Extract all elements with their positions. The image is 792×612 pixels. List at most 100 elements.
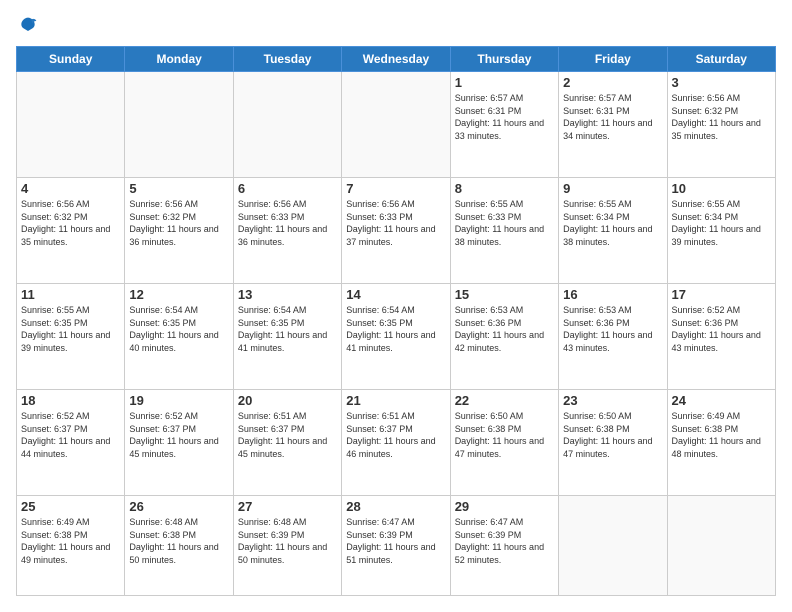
calendar-cell: 8 Sunrise: 6:55 AM Sunset: 6:33 PM Daylig…: [450, 178, 558, 284]
page: Sunday Monday Tuesday Wednesday Thursday…: [0, 0, 792, 612]
day-number: 16: [563, 287, 662, 302]
day-number: 14: [346, 287, 445, 302]
day-info: Sunrise: 6:55 AM Sunset: 6:33 PM Dayligh…: [455, 198, 554, 248]
calendar-cell: 11 Sunrise: 6:55 AM Sunset: 6:35 PM Dayli…: [17, 284, 125, 390]
calendar-cell: 4 Sunrise: 6:56 AM Sunset: 6:32 PM Daylig…: [17, 178, 125, 284]
calendar-cell: 16 Sunrise: 6:53 AM Sunset: 6:36 PM Dayli…: [559, 284, 667, 390]
day-number: 17: [672, 287, 771, 302]
day-number: 19: [129, 393, 228, 408]
col-monday: Monday: [125, 47, 233, 72]
calendar-cell: [342, 72, 450, 178]
calendar-cell: 19 Sunrise: 6:52 AM Sunset: 6:37 PM Dayli…: [125, 390, 233, 496]
day-number: 6: [238, 181, 337, 196]
day-info: Sunrise: 6:50 AM Sunset: 6:38 PM Dayligh…: [455, 410, 554, 460]
calendar-cell: 27Sunrise: 6:48 AM Sunset: 6:39 PM Dayli…: [233, 496, 341, 596]
day-number: 21: [346, 393, 445, 408]
calendar-cell: 21 Sunrise: 6:51 AM Sunset: 6:37 PM Dayli…: [342, 390, 450, 496]
day-info: Sunrise: 6:47 AM Sunset: 6:39 PM Dayligh…: [346, 516, 445, 566]
day-number: 15: [455, 287, 554, 302]
calendar-cell: 22 Sunrise: 6:50 AM Sunset: 6:38 PM Dayli…: [450, 390, 558, 496]
day-info: Sunrise: 6:49 AM Sunset: 6:38 PM Dayligh…: [21, 516, 120, 566]
calendar-cell: [17, 72, 125, 178]
day-info: Sunrise: 6:54 AM Sunset: 6:35 PM Dayligh…: [238, 304, 337, 354]
calendar-cell: 10 Sunrise: 6:55 AM Sunset: 6:34 PM Dayli…: [667, 178, 775, 284]
calendar-cell: 1Sunrise: 6:57 AM Sunset: 6:31 PM Daylig…: [450, 72, 558, 178]
day-number: 23: [563, 393, 662, 408]
col-wednesday: Wednesday: [342, 47, 450, 72]
day-info: Sunrise: 6:56 AM Sunset: 6:33 PM Dayligh…: [346, 198, 445, 248]
calendar-cell: 3 Sunrise: 6:56 AM Sunset: 6:32 PM Daylig…: [667, 72, 775, 178]
day-info: Sunrise: 6:56 AM Sunset: 6:32 PM Dayligh…: [21, 198, 120, 248]
calendar-cell: 15 Sunrise: 6:53 AM Sunset: 6:36 PM Dayli…: [450, 284, 558, 390]
header: [16, 16, 776, 36]
day-info: Sunrise: 6:53 AM Sunset: 6:36 PM Dayligh…: [563, 304, 662, 354]
col-friday: Friday: [559, 47, 667, 72]
day-number: 12: [129, 287, 228, 302]
day-number: 8: [455, 181, 554, 196]
day-number: 28: [346, 499, 445, 514]
day-number: 3: [672, 75, 771, 90]
day-number: 26: [129, 499, 228, 514]
calendar-week-2: 4 Sunrise: 6:56 AM Sunset: 6:32 PM Daylig…: [17, 178, 776, 284]
calendar-cell: 25Sunrise: 6:49 AM Sunset: 6:38 PM Dayli…: [17, 496, 125, 596]
day-number: 22: [455, 393, 554, 408]
day-number: 24: [672, 393, 771, 408]
day-number: 7: [346, 181, 445, 196]
calendar-cell: 6 Sunrise: 6:56 AM Sunset: 6:33 PM Daylig…: [233, 178, 341, 284]
day-info: Sunrise: 6:50 AM Sunset: 6:38 PM Dayligh…: [563, 410, 662, 460]
calendar-cell: 7 Sunrise: 6:56 AM Sunset: 6:33 PM Daylig…: [342, 178, 450, 284]
day-number: 9: [563, 181, 662, 196]
calendar-cell: 13 Sunrise: 6:54 AM Sunset: 6:35 PM Dayli…: [233, 284, 341, 390]
calendar-cell: 12 Sunrise: 6:54 AM Sunset: 6:35 PM Dayli…: [125, 284, 233, 390]
day-number: 10: [672, 181, 771, 196]
day-info: Sunrise: 6:56 AM Sunset: 6:32 PM Dayligh…: [672, 92, 771, 142]
calendar-cell: [125, 72, 233, 178]
day-info: Sunrise: 6:52 AM Sunset: 6:36 PM Dayligh…: [672, 304, 771, 354]
day-info: Sunrise: 6:55 AM Sunset: 6:35 PM Dayligh…: [21, 304, 120, 354]
calendar-cell: 9Sunrise: 6:55 AM Sunset: 6:34 PM Daylig…: [559, 178, 667, 284]
day-info: Sunrise: 6:54 AM Sunset: 6:35 PM Dayligh…: [129, 304, 228, 354]
day-number: 13: [238, 287, 337, 302]
calendar-week-5: 25Sunrise: 6:49 AM Sunset: 6:38 PM Dayli…: [17, 496, 776, 596]
day-info: Sunrise: 6:51 AM Sunset: 6:37 PM Dayligh…: [346, 410, 445, 460]
col-tuesday: Tuesday: [233, 47, 341, 72]
calendar-cell: 18 Sunrise: 6:52 AM Sunset: 6:37 PM Dayli…: [17, 390, 125, 496]
calendar-cell: 2 Sunrise: 6:57 AM Sunset: 6:31 PM Daylig…: [559, 72, 667, 178]
day-info: Sunrise: 6:56 AM Sunset: 6:32 PM Dayligh…: [129, 198, 228, 248]
day-info: Sunrise: 6:49 AM Sunset: 6:38 PM Dayligh…: [672, 410, 771, 460]
day-number: 29: [455, 499, 554, 514]
logo: [16, 16, 38, 36]
calendar-week-1: 1Sunrise: 6:57 AM Sunset: 6:31 PM Daylig…: [17, 72, 776, 178]
day-info: Sunrise: 6:54 AM Sunset: 6:35 PM Dayligh…: [346, 304, 445, 354]
day-info: Sunrise: 6:51 AM Sunset: 6:37 PM Dayligh…: [238, 410, 337, 460]
day-number: 20: [238, 393, 337, 408]
day-info: Sunrise: 6:57 AM Sunset: 6:31 PM Dayligh…: [563, 92, 662, 142]
day-info: Sunrise: 6:55 AM Sunset: 6:34 PM Dayligh…: [672, 198, 771, 248]
day-info: Sunrise: 6:48 AM Sunset: 6:38 PM Dayligh…: [129, 516, 228, 566]
day-info: Sunrise: 6:56 AM Sunset: 6:33 PM Dayligh…: [238, 198, 337, 248]
calendar-week-4: 18 Sunrise: 6:52 AM Sunset: 6:37 PM Dayli…: [17, 390, 776, 496]
calendar-cell: 5 Sunrise: 6:56 AM Sunset: 6:32 PM Daylig…: [125, 178, 233, 284]
day-info: Sunrise: 6:52 AM Sunset: 6:37 PM Dayligh…: [21, 410, 120, 460]
day-number: 2: [563, 75, 662, 90]
calendar-cell: 24 Sunrise: 6:49 AM Sunset: 6:38 PM Dayli…: [667, 390, 775, 496]
day-info: Sunrise: 6:52 AM Sunset: 6:37 PM Dayligh…: [129, 410, 228, 460]
calendar-week-3: 11 Sunrise: 6:55 AM Sunset: 6:35 PM Dayli…: [17, 284, 776, 390]
col-thursday: Thursday: [450, 47, 558, 72]
day-number: 4: [21, 181, 120, 196]
day-number: 18: [21, 393, 120, 408]
calendar-table: Sunday Monday Tuesday Wednesday Thursday…: [16, 46, 776, 596]
calendar-cell: 14 Sunrise: 6:54 AM Sunset: 6:35 PM Dayli…: [342, 284, 450, 390]
calendar-cell: 26 Sunrise: 6:48 AM Sunset: 6:38 PM Dayli…: [125, 496, 233, 596]
calendar-cell: [559, 496, 667, 596]
calendar-cell: [667, 496, 775, 596]
day-info: Sunrise: 6:57 AM Sunset: 6:31 PM Dayligh…: [455, 92, 554, 142]
logo-bird-icon: [18, 16, 38, 36]
calendar-cell: 29Sunrise: 6:47 AM Sunset: 6:39 PM Dayli…: [450, 496, 558, 596]
day-info: Sunrise: 6:53 AM Sunset: 6:36 PM Dayligh…: [455, 304, 554, 354]
day-number: 5: [129, 181, 228, 196]
col-saturday: Saturday: [667, 47, 775, 72]
day-number: 27: [238, 499, 337, 514]
calendar-cell: 23 Sunrise: 6:50 AM Sunset: 6:38 PM Dayli…: [559, 390, 667, 496]
day-number: 11: [21, 287, 120, 302]
